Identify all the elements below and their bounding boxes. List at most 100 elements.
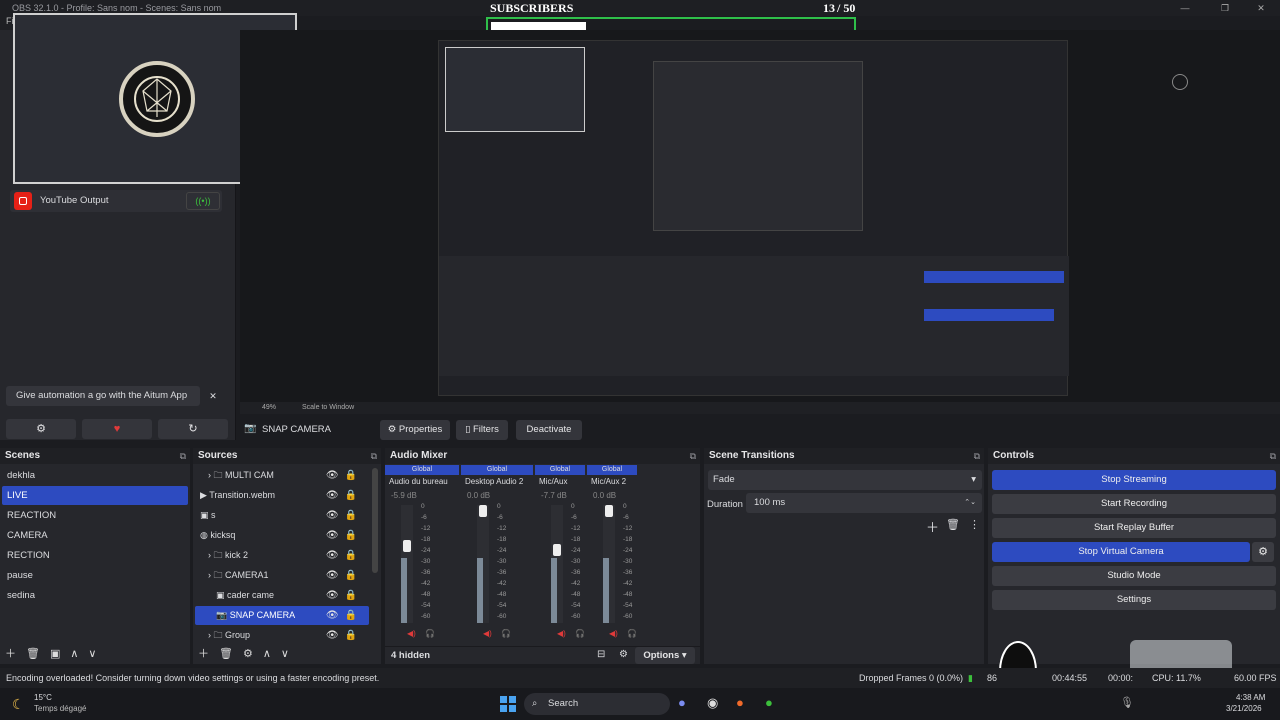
mute-icon[interactable]: ◀) [483,629,492,638]
source-item[interactable]: › 🗀 kick 2 👁🔒 [195,546,369,565]
source-item[interactable]: ▶ Transition.webm 👁🔒 [195,486,369,505]
trash-icon[interactable]: 🗑 [946,518,960,531]
scene-item[interactable]: LIVE [2,486,188,505]
source-item[interactable]: ◍ kicksq 👁🔒 [195,526,369,545]
properties-button[interactable]: ⚙ Properties [380,420,450,440]
zoom-level[interactable]: 49% [262,402,276,414]
sources-toolbar[interactable]: ＋🗑⚙∧∨ [193,644,381,664]
channel-scope[interactable]: Global [385,465,459,475]
layout-icon[interactable]: ⊟ [597,649,605,660]
scene-item[interactable]: REACTION [2,506,188,525]
visibility-lock-icons[interactable]: 👁🔒 [326,466,363,485]
visibility-lock-icons[interactable]: 👁🔒 [326,626,363,645]
scale-tick: -42 [571,580,581,587]
scene-item[interactable]: RECTION [2,546,188,565]
scale-tick: 0 [421,503,425,510]
headphones-icon[interactable]: 🎧 [425,629,435,638]
obs-icon[interactable]: ◉ [707,695,718,711]
scene-item[interactable]: dekhla [2,466,188,485]
preview-canvas[interactable] [240,30,1280,402]
visibility-lock-icons[interactable]: 👁🔒 [326,586,363,605]
channel-name[interactable]: Mic/Aux 2 [591,477,651,486]
mute-icon[interactable]: ◀) [407,629,416,638]
scenes-toolbar[interactable]: ＋🗑▣∧∨ [0,644,190,664]
scene-item[interactable]: CAMERA [2,526,188,545]
microphone-icon[interactable]: 🎙 [1120,696,1134,709]
chrome-icon[interactable]: ● [765,695,773,710]
studio-mode-button[interactable]: Studio Mode [992,566,1276,586]
scene-item[interactable]: pause [2,566,188,585]
heart-icon[interactable]: ♥ [82,419,152,439]
sources-scrollbar[interactable] [372,468,378,573]
volume-slider[interactable] [553,544,561,556]
taskbar-search[interactable]: ⌕ Search [524,693,670,715]
scale-tick: -6 [623,514,629,521]
settings-button[interactable]: Settings [992,590,1276,610]
source-item[interactable]: ▣ cader came 👁🔒 [195,586,369,605]
filters-button[interactable]: ▯ Filters [456,420,508,440]
maximize-icon[interactable]: ❐ [1210,0,1240,16]
visibility-lock-icons[interactable]: 👁🔒 [326,606,363,625]
visibility-lock-icons[interactable]: 👁🔒 [326,486,363,505]
start-replay-button[interactable]: Start Replay Buffer [992,518,1276,538]
options-button[interactable]: Options ▾ [635,647,695,664]
scale-tick: -36 [421,569,431,576]
source-label: CAMERA1 [225,570,269,580]
headphones-icon[interactable]: 🎧 [501,629,511,638]
close-window-icon[interactable]: ✕ [1246,0,1276,16]
discord-icon[interactable]: ● [678,695,686,710]
source-item[interactable]: › 🗀 MULTI CAM 👁🔒 [195,466,369,485]
channel-scope[interactable]: Global [461,465,533,475]
broadcast-icon[interactable]: ((•)) [186,192,220,210]
transition-select[interactable]: Fade ▾ [708,470,982,490]
scene-item[interactable]: sedina [2,586,188,605]
stop-streaming-button[interactable]: Stop Streaming [992,470,1276,490]
virtual-camera-settings-icon[interactable]: ⚙ [1252,542,1274,562]
volume-slider[interactable] [479,505,487,517]
channel-scope[interactable]: Global [587,465,637,475]
scale-tick: -54 [571,602,581,609]
banner-close-icon[interactable]: ✕ [202,386,224,406]
visibility-lock-icons[interactable]: 👁🔒 [326,546,363,565]
mixer-channel: Global Desktop Audio 2 0.0 dB ◀) 🎧 0 -6 -12 -18-… [461,465,533,645]
visibility-lock-icons[interactable]: 👁🔒 [326,526,363,545]
share-icon[interactable]: ↻ [158,419,228,439]
minimize-icon[interactable]: — [1170,0,1200,16]
add-transition-icon[interactable]: ＋ [926,517,939,536]
gear-icon[interactable]: ⚙ [6,419,76,439]
source-item[interactable]: 📷 SNAP CAMERA 👁🔒 [195,606,369,625]
start-recording-button[interactable]: Start Recording [992,494,1276,514]
mixer-settings-icon[interactable]: ⚙ [619,649,628,660]
logo-icon [119,61,195,137]
headphones-icon[interactable]: 🎧 [575,629,585,638]
clock-date[interactable]: 3/21/2026 [1226,704,1262,713]
deactivate-button[interactable]: Deactivate [516,420,582,440]
channel-db: -7.7 dB [541,491,567,500]
source-item[interactable]: › 🗀 CAMERA1 👁🔒 [195,566,369,585]
scale-tick: -60 [571,613,581,620]
mute-icon[interactable]: ◀) [557,629,566,638]
headphones-icon[interactable]: 🎧 [627,629,637,638]
firefox-icon[interactable]: ● [736,695,744,710]
more-icon[interactable]: ⋮ [969,518,980,531]
duration-input[interactable]: 100 ms ⌃⌄ [746,493,982,513]
clock-time[interactable]: 4:38 AM [1236,693,1265,702]
visibility-lock-icons[interactable]: 👁🔒 [326,566,363,585]
scale-tick: -12 [571,525,581,532]
volume-slider[interactable] [605,505,613,517]
scale-tick: -36 [571,569,581,576]
scale-tick: -24 [421,547,431,554]
image-icon: ▣ [216,590,228,600]
windows-start-icon[interactable] [500,696,516,712]
scale-mode[interactable]: Scale to Window [302,402,354,414]
source-item[interactable]: ▣ s 👁🔒 [195,506,369,525]
mute-icon[interactable]: ◀) [609,629,618,638]
scale-tick: -42 [623,580,633,587]
volume-slider[interactable] [403,540,411,552]
youtube-output-row[interactable]: YouTube Output ((•)) [10,190,222,212]
source-item[interactable]: › 🗀 Group 👁🔒 [195,626,369,645]
visibility-lock-icons[interactable]: 👁🔒 [326,506,363,525]
aitum-banner[interactable]: Give automation a go with the Aitum App [6,386,200,406]
stop-virtual-camera-button[interactable]: Stop Virtual Camera [992,542,1250,562]
channel-scope[interactable]: Global [535,465,585,475]
